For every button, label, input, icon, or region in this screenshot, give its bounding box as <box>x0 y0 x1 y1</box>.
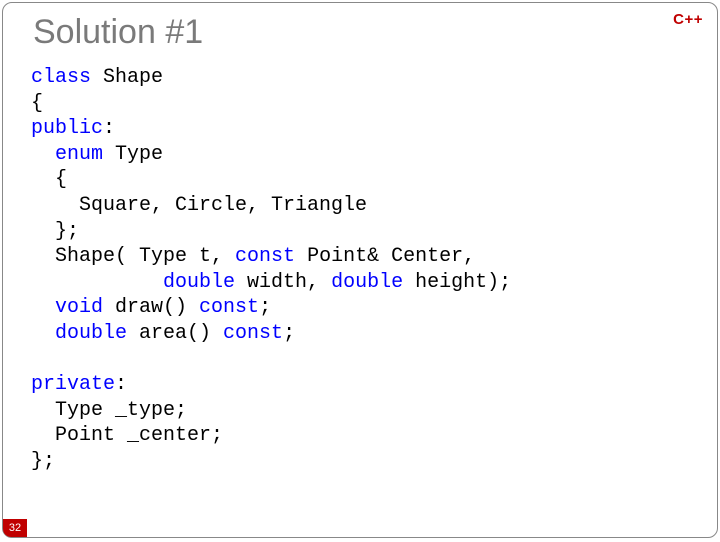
code-text: Type <box>103 143 163 166</box>
code-text: }; <box>31 220 79 243</box>
keyword-const: const <box>223 322 283 345</box>
code-text <box>31 143 55 166</box>
code-text <box>31 296 55 319</box>
code-text: Shape( Type t, <box>31 245 235 268</box>
keyword-public: public <box>31 117 103 140</box>
keyword-double: double <box>163 271 235 294</box>
code-text: ; <box>259 296 271 319</box>
keyword-void: void <box>55 296 103 319</box>
code-text: : <box>115 373 127 396</box>
slide-title: Solution #1 <box>33 13 203 52</box>
code-text: Point _center; <box>31 424 223 447</box>
code-text: : <box>103 117 115 140</box>
page-number: 32 <box>3 519 27 537</box>
keyword-private: private <box>31 373 115 396</box>
keyword-const: const <box>235 245 295 268</box>
code-text: draw() <box>103 296 199 319</box>
code-text <box>31 271 163 294</box>
keyword-enum: enum <box>55 143 103 166</box>
code-text: area() <box>127 322 223 345</box>
code-text: height); <box>403 271 511 294</box>
code-text: Point& Center, <box>295 245 475 268</box>
code-text: }; <box>31 450 55 473</box>
code-text: Type _type; <box>31 399 187 422</box>
code-text: Square, Circle, Triangle <box>31 194 367 217</box>
code-block: class Shape { public: enum Type { Square… <box>31 65 511 475</box>
keyword-class: class <box>31 66 91 89</box>
code-text: { <box>31 92 43 115</box>
keyword-double: double <box>55 322 127 345</box>
keyword-const: const <box>199 296 259 319</box>
code-text: Shape <box>91 66 163 89</box>
code-text: { <box>31 168 67 191</box>
code-text <box>31 322 55 345</box>
language-badge: C++ <box>673 11 703 28</box>
slide-frame: C++ Solution #1 class Shape { public: en… <box>2 2 718 538</box>
keyword-double: double <box>331 271 403 294</box>
code-text: width, <box>235 271 331 294</box>
code-text: ; <box>283 322 295 345</box>
